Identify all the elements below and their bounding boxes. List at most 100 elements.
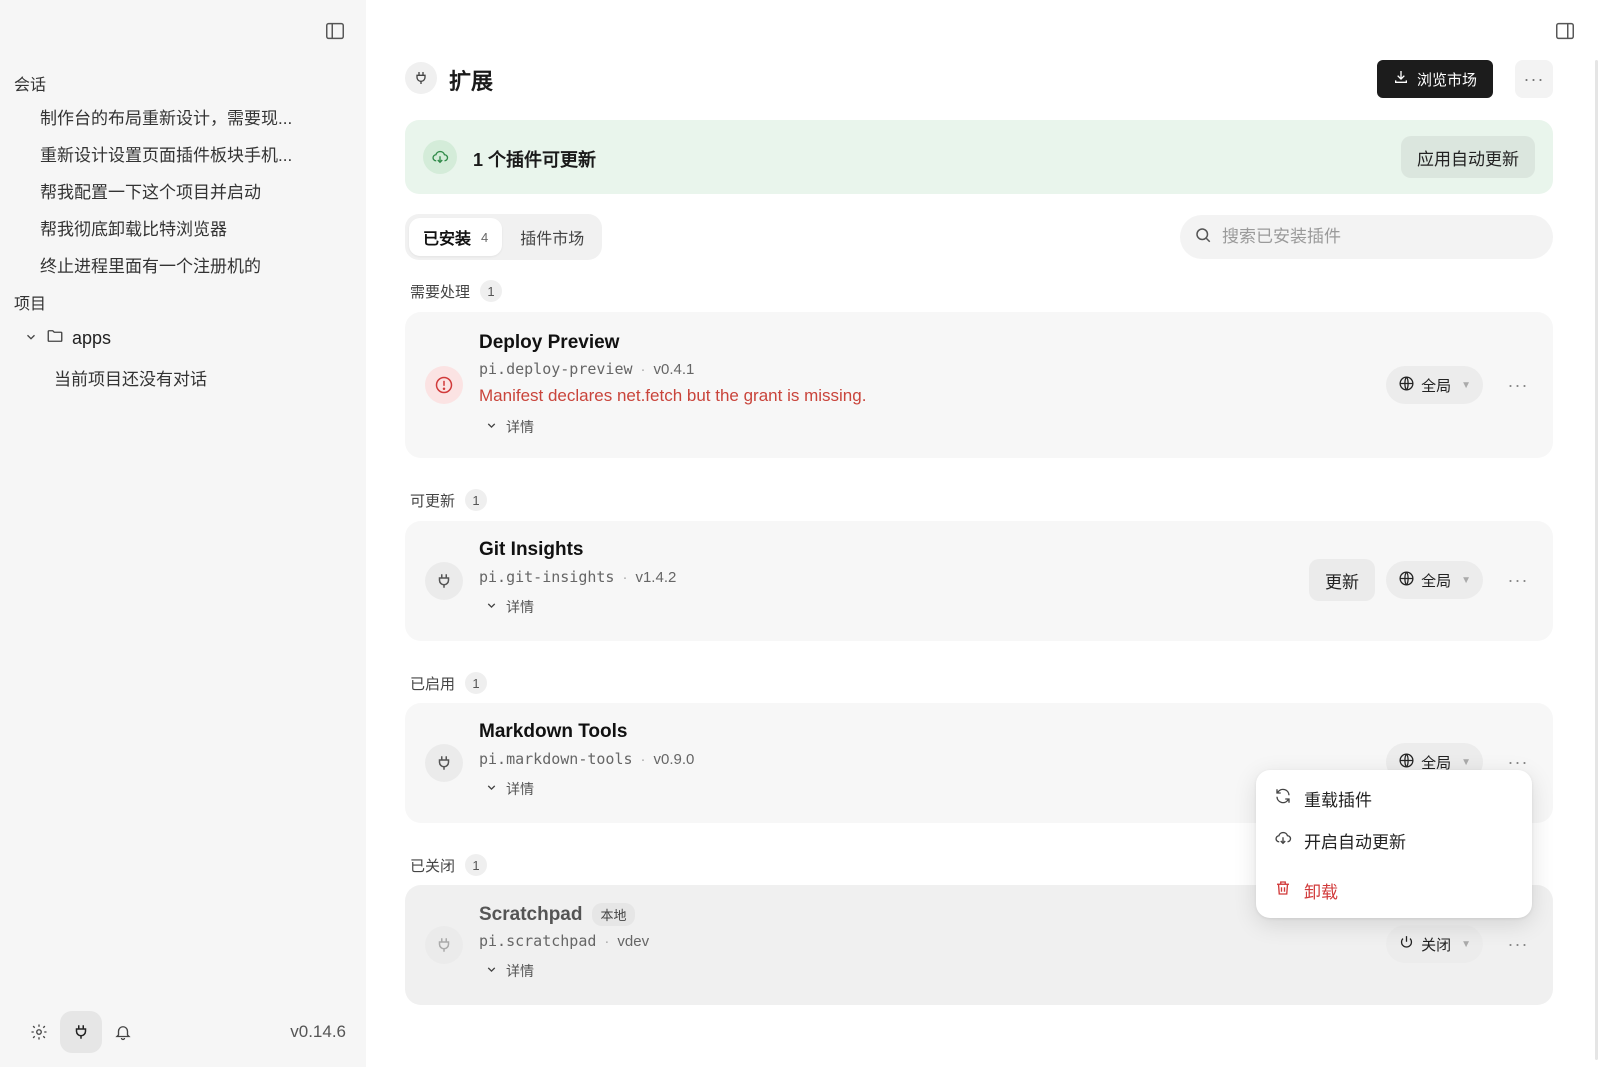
chevron-down-icon: ▼ xyxy=(1461,938,1471,950)
plugin-version: v0.4.1 xyxy=(653,360,695,378)
project-folder-apps[interactable]: apps xyxy=(24,327,111,350)
section-disabled-count: 1 xyxy=(465,854,488,876)
bell-icon[interactable] xyxy=(102,1011,144,1053)
projects-label: 项目 xyxy=(14,296,47,313)
menu-reload-plugin[interactable]: 重载插件 xyxy=(1274,786,1372,811)
section-attention: 需要处理 1 xyxy=(410,280,503,302)
globe-icon xyxy=(1398,375,1415,396)
search-input[interactable] xyxy=(1222,227,1522,247)
chevron-down-icon: ▼ xyxy=(1461,756,1471,768)
alert-circle-icon xyxy=(425,366,463,404)
section-updatable-count: 1 xyxy=(465,489,488,511)
chevron-down-icon: ▼ xyxy=(1461,379,1471,391)
plugin-name: Scratchpad xyxy=(479,903,583,925)
meta-separator: · xyxy=(604,932,610,950)
power-icon xyxy=(1398,934,1415,955)
plugin-error-message: Manifest declares net.fetch but the gran… xyxy=(479,386,867,405)
update-button[interactable]: 更新 xyxy=(1309,559,1375,601)
download-icon xyxy=(1393,69,1409,89)
session-item[interactable]: 重新设计设置页面插件板块手机... xyxy=(40,141,292,166)
section-disabled: 已关闭 1 xyxy=(410,854,488,876)
cloud-download-icon xyxy=(423,140,457,174)
update-banner-text: 1 个插件可更新 xyxy=(473,150,597,170)
globe-icon xyxy=(1398,570,1415,591)
update-banner: 1 个插件可更新 应用自动更新 xyxy=(405,120,1553,194)
plugin-plug-icon[interactable] xyxy=(60,1011,102,1053)
sidebar-collapse-icon[interactable] xyxy=(324,20,346,42)
header-more-button[interactable]: ··· xyxy=(1515,60,1553,98)
chevron-down-icon xyxy=(485,963,498,979)
plugin-more-button[interactable]: ··· xyxy=(1503,370,1533,400)
sidebar: 会话 制作台的布局重新设计，需要现... 重新设计设置页面插件板块手机... 帮… xyxy=(0,0,366,1067)
section-disabled-label: 已关闭 xyxy=(410,857,456,875)
details-toggle[interactable]: 详情 xyxy=(485,779,534,799)
details-toggle[interactable]: 详情 xyxy=(485,597,534,617)
plugin-version: v1.4.2 xyxy=(635,568,677,586)
browse-market-button[interactable]: 浏览市场 xyxy=(1376,60,1493,98)
section-attention-label: 需要处理 xyxy=(410,283,471,301)
session-item[interactable]: 帮我彻底卸载比特浏览器 xyxy=(40,215,227,240)
sidebar-footer: v0.14.6 xyxy=(18,1009,346,1055)
right-panel-toggle-icon[interactable] xyxy=(1554,20,1576,42)
chevron-down-icon xyxy=(485,419,498,435)
section-updatable: 可更新 1 xyxy=(410,489,488,511)
status-select[interactable]: 关闭 ▼ xyxy=(1386,925,1483,963)
menu-uninstall[interactable]: 卸载 xyxy=(1274,878,1338,903)
settings-gear-icon[interactable] xyxy=(18,1011,60,1053)
scope-select[interactable]: 全局 ▼ xyxy=(1386,561,1483,599)
main-scrollbar[interactable] xyxy=(1595,60,1598,1060)
details-toggle[interactable]: 详情 xyxy=(485,961,534,981)
scope-select[interactable]: 全局 ▼ xyxy=(1386,366,1483,404)
cloud-download-icon xyxy=(1274,829,1292,852)
plugin-name: Git Insights xyxy=(479,539,584,560)
apply-auto-update-button[interactable]: 应用自动更新 xyxy=(1401,136,1535,178)
section-enabled: 已启用 1 xyxy=(410,672,488,694)
project-empty-text: 当前项目还没有对话 xyxy=(54,370,207,389)
plugin-meta: pi.deploy-preview · v0.4.1 xyxy=(479,360,694,378)
session-item[interactable]: 制作台的布局重新设计，需要现... xyxy=(40,104,292,129)
app-version: v0.14.6 xyxy=(290,1022,346,1041)
meta-separator: · xyxy=(622,568,628,586)
session-item[interactable]: 终止进程里面有一个注册机的 xyxy=(40,252,261,277)
plug-icon xyxy=(425,926,463,964)
plugin-id: pi.scratchpad xyxy=(479,932,597,950)
plugin-meta: pi.markdown-tools · v0.9.0 xyxy=(479,750,694,768)
plug-icon xyxy=(425,744,463,782)
page-title: 扩展 xyxy=(449,69,494,94)
plugin-more-button[interactable]: ··· xyxy=(1503,565,1533,595)
tab-marketplace[interactable]: 插件市场 xyxy=(506,218,598,256)
plug-icon xyxy=(405,62,437,94)
tab-installed-label: 已安装 xyxy=(423,231,472,248)
local-badge: 本地 xyxy=(592,903,635,926)
menu-enable-auto-update[interactable]: 开启自动更新 xyxy=(1274,828,1406,853)
section-enabled-label: 已启用 xyxy=(410,675,456,693)
scope-label: 全局 xyxy=(1421,377,1452,395)
plugin-search xyxy=(1180,215,1553,259)
plugin-tabs: 已安装 4 插件市场 xyxy=(405,214,603,260)
meta-separator: · xyxy=(640,750,646,768)
plugin-meta: pi.scratchpad · vdev xyxy=(479,932,649,950)
menu-auto-update-label: 开启自动更新 xyxy=(1304,833,1406,852)
plugin-name-row: Scratchpad 本地 xyxy=(479,903,635,926)
plugin-more-button[interactable]: ··· xyxy=(1503,929,1533,959)
plugin-name: Deploy Preview xyxy=(479,332,620,353)
plugin-name: Markdown Tools xyxy=(479,721,628,742)
details-label: 详情 xyxy=(506,963,534,979)
menu-uninstall-label: 卸载 xyxy=(1304,883,1338,902)
trash-icon xyxy=(1274,879,1292,902)
session-item[interactable]: 帮我配置一下这个项目并启动 xyxy=(40,178,261,203)
plugin-meta: pi.git-insights · v1.4.2 xyxy=(479,568,676,586)
plugin-card-deploy-preview: Deploy Preview pi.deploy-preview · v0.4.… xyxy=(405,312,1553,458)
refresh-icon xyxy=(1274,787,1292,810)
details-toggle[interactable]: 详情 xyxy=(485,417,534,437)
sessions-label: 会话 xyxy=(14,77,47,94)
plugin-version: vdev xyxy=(617,932,650,950)
details-label: 详情 xyxy=(506,781,534,797)
plug-icon xyxy=(425,562,463,600)
section-updatable-label: 可更新 xyxy=(410,492,456,510)
section-attention-count: 1 xyxy=(480,280,503,302)
plugin-card-git-insights: Git Insights pi.git-insights · v1.4.2 详情… xyxy=(405,521,1553,641)
plugin-id: pi.git-insights xyxy=(479,568,615,586)
tab-installed-count: 4 xyxy=(481,229,489,245)
tab-installed[interactable]: 已安装 4 xyxy=(409,218,503,256)
